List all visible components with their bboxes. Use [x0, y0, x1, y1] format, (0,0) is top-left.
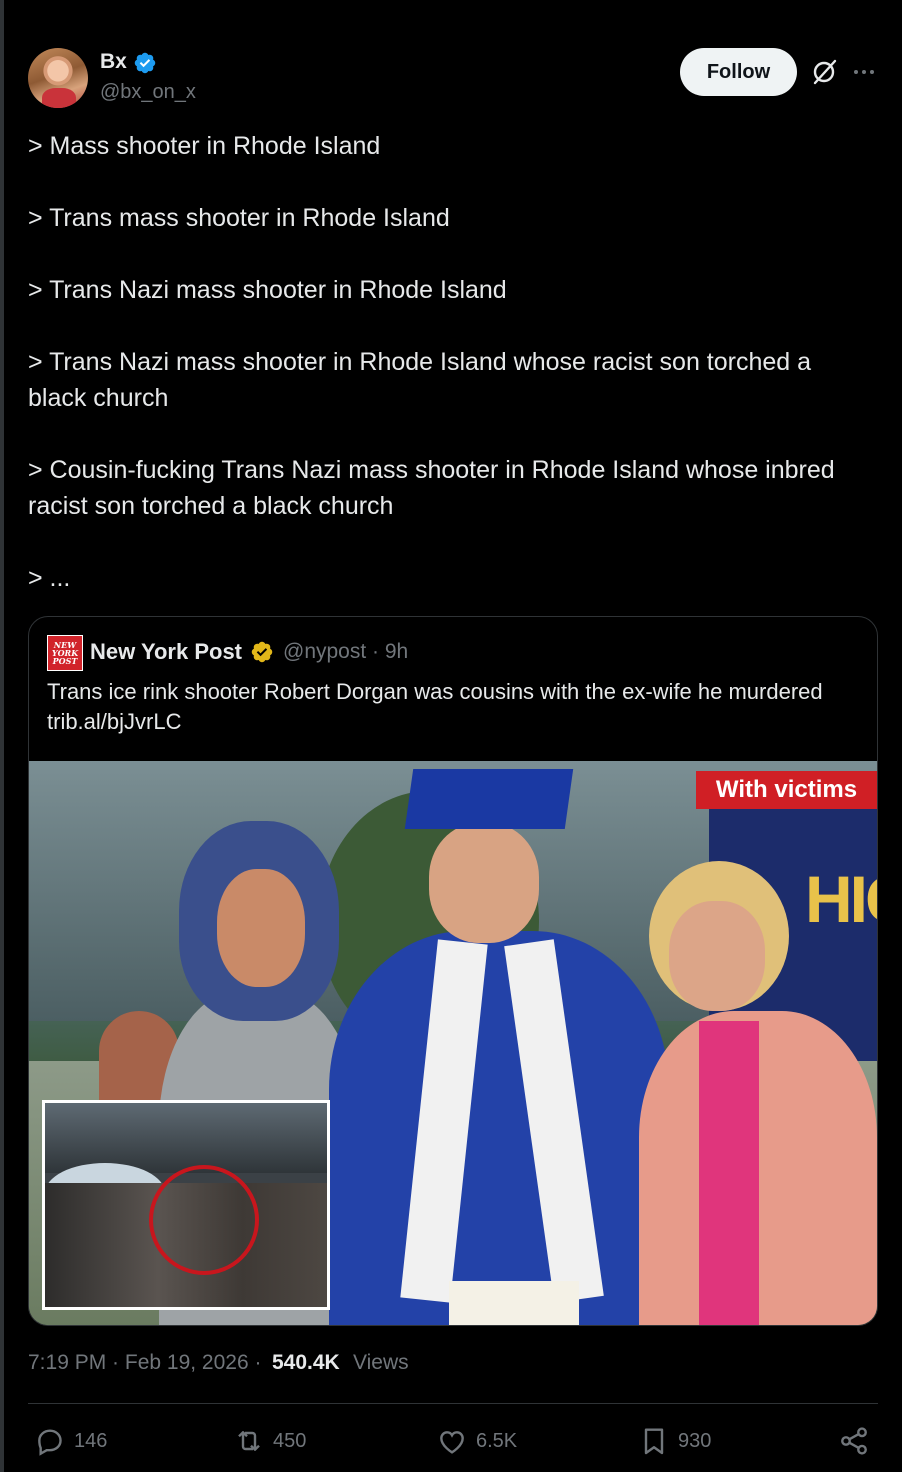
grok-icon[interactable] [810, 58, 838, 86]
reply-icon [38, 1429, 62, 1456]
heart-icon [440, 1431, 464, 1454]
tweet-line: > Mass shooter in Rhode Island [28, 132, 381, 160]
bookmark-count: 930 [678, 1429, 712, 1452]
image-caption-label: With victims [696, 771, 877, 809]
repost-count: 450 [273, 1429, 307, 1452]
repost-button[interactable]: 450 [233, 1424, 306, 1458]
divider [28, 1403, 878, 1404]
reply-count: 146 [74, 1429, 108, 1452]
image-inset-crowd [42, 1100, 330, 1310]
nypost-logo[interactable]: NEW YORK POST [47, 635, 83, 671]
tweet-line: > Trans Nazi mass shooter in Rhode Islan… [28, 276, 507, 304]
more-options-icon[interactable] [850, 58, 878, 86]
bookmark-button[interactable]: 930 [638, 1424, 711, 1458]
quoted-author-name[interactable]: New York Post [90, 639, 242, 665]
tweet-line: racist son torched a black church [28, 492, 394, 520]
tweet-line: > Cousin-fucking Trans Nazi mass shooter… [28, 456, 835, 484]
image-person-graduate [329, 761, 669, 1325]
tweet-line: > Trans Nazi mass shooter in Rhode Islan… [28, 348, 812, 376]
share-icon [841, 1427, 867, 1455]
tweet-timestamp[interactable]: 7:19 PM · Feb 19, 2026 · [28, 1351, 261, 1375]
quoted-tweet-image[interactable]: HIG With victims [29, 761, 877, 1325]
quoted-handle-time: @nypost · 9h [283, 640, 409, 663]
bookmark-icon [644, 1428, 664, 1455]
author-display-name[interactable]: Bx [100, 50, 127, 74]
like-button[interactable]: 6.5K [436, 1424, 517, 1458]
quoted-tweet-text: Trans ice rink shooter Robert Dorgan was… [47, 679, 823, 734]
author-avatar[interactable] [28, 48, 88, 108]
verified-badge-icon [134, 52, 156, 74]
reply-button[interactable]: 146 [34, 1424, 107, 1458]
logo-text: POST [52, 656, 78, 666]
tweet-line: > Trans mass shooter in Rhode Island [28, 204, 450, 232]
views-count: 540.4K [272, 1351, 340, 1374]
verified-org-badge-icon [251, 641, 273, 663]
page-left-border [0, 0, 4, 1472]
quoted-tweet-card[interactable]: NEW YORK POST New York Post @nypost · 9h… [28, 616, 878, 1326]
tweet-line: > ... [28, 564, 71, 592]
red-circle-highlight [149, 1165, 259, 1275]
author-handle[interactable]: @bx_on_x [100, 81, 196, 104]
like-count: 6.5K [476, 1429, 518, 1452]
share-button[interactable] [838, 1424, 878, 1458]
image-person-right [619, 861, 877, 1325]
repost-icon [238, 1431, 260, 1451]
tweet-line: black church [28, 384, 169, 412]
views-label: Views [353, 1351, 409, 1374]
follow-button[interactable]: Follow [680, 48, 797, 96]
